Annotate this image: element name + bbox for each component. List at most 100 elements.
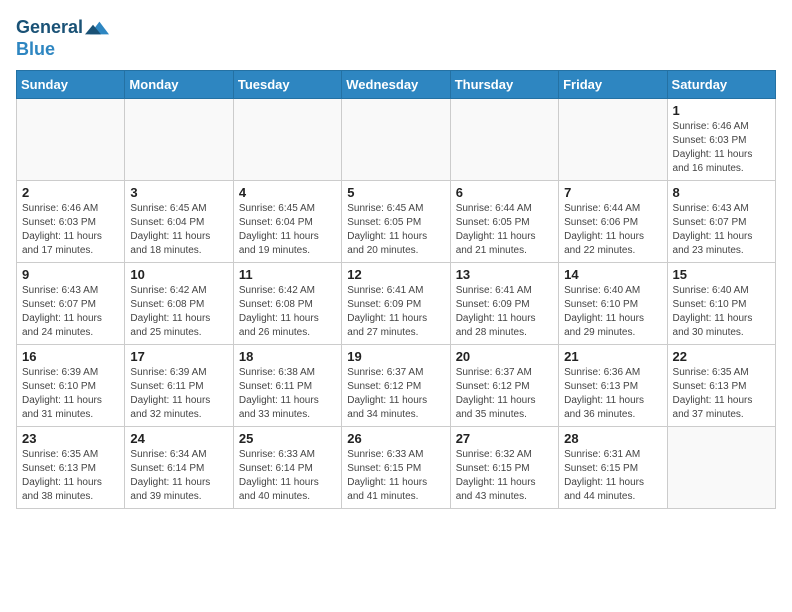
calendar-cell: 8 Sunrise: 6:43 AM Sunset: 6:07 PM Daylig… (667, 180, 775, 262)
day-info: Sunrise: 6:45 AM Sunset: 6:04 PM Dayligh… (130, 202, 227, 258)
calendar-cell: 21 Sunrise: 6:36 AM Sunset: 6:13 PM Dayli… (559, 344, 667, 426)
calendar-cell: 23 Sunrise: 6:35 AM Sunset: 6:13 PM Dayli… (17, 426, 125, 508)
calendar-cell: 3 Sunrise: 6:45 AM Sunset: 6:04 PM Daylig… (125, 180, 233, 262)
day-info: Sunrise: 6:33 AM Sunset: 6:15 PM Dayligh… (347, 448, 444, 504)
day-number: 2 (22, 185, 119, 200)
logo-icon (85, 16, 109, 40)
day-number: 21 (564, 349, 661, 364)
day-number: 27 (456, 431, 553, 446)
day-number: 5 (347, 185, 444, 200)
day-info: Sunrise: 6:37 AM Sunset: 6:12 PM Dayligh… (456, 366, 553, 422)
day-info: Sunrise: 6:46 AM Sunset: 6:03 PM Dayligh… (22, 202, 119, 258)
day-info: Sunrise: 6:35 AM Sunset: 6:13 PM Dayligh… (22, 448, 119, 504)
day-info: Sunrise: 6:35 AM Sunset: 6:13 PM Dayligh… (673, 366, 770, 422)
calendar-table: SundayMondayTuesdayWednesdayThursdayFrid… (16, 70, 776, 509)
weekday-header: Wednesday (342, 70, 450, 98)
day-number: 24 (130, 431, 227, 446)
calendar-cell: 4Sunrise: 6:45 AM Sunset: 6:04 PM Daylig… (233, 180, 341, 262)
day-number: 28 (564, 431, 661, 446)
calendar-cell: 27 Sunrise: 6:32 AM Sunset: 6:15 PM Dayli… (450, 426, 558, 508)
calendar-cell (342, 98, 450, 180)
weekday-header: Saturday (667, 70, 775, 98)
day-info: Sunrise: 6:45 AM Sunset: 6:05 PM Dayligh… (347, 202, 444, 258)
calendar-cell: 18 Sunrise: 6:38 AM Sunset: 6:11 PM Dayli… (233, 344, 341, 426)
day-number: 9 (22, 267, 119, 282)
day-number: 11 (239, 267, 336, 282)
calendar-cell: 19Sunrise: 6:37 AM Sunset: 6:12 PM Dayli… (342, 344, 450, 426)
calendar-cell: 14 Sunrise: 6:40 AM Sunset: 6:10 PM Dayli… (559, 262, 667, 344)
day-info: Sunrise: 6:39 AM Sunset: 6:10 PM Dayligh… (22, 366, 119, 422)
day-info: Sunrise: 6:42 AM Sunset: 6:08 PM Dayligh… (239, 284, 336, 340)
day-info: Sunrise: 6:31 AM Sunset: 6:15 PM Dayligh… (564, 448, 661, 504)
calendar-cell (125, 98, 233, 180)
calendar-cell: 7Sunrise: 6:44 AM Sunset: 6:06 PM Daylig… (559, 180, 667, 262)
calendar-cell: 2 Sunrise: 6:46 AM Sunset: 6:03 PM Daylig… (17, 180, 125, 262)
day-info: Sunrise: 6:40 AM Sunset: 6:10 PM Dayligh… (673, 284, 770, 340)
logo: General Blue (16, 16, 109, 60)
day-number: 8 (673, 185, 770, 200)
day-info: Sunrise: 6:36 AM Sunset: 6:13 PM Dayligh… (564, 366, 661, 422)
day-info: Sunrise: 6:41 AM Sunset: 6:09 PM Dayligh… (347, 284, 444, 340)
calendar-cell: 25 Sunrise: 6:33 AM Sunset: 6:14 PM Dayli… (233, 426, 341, 508)
calendar-cell (450, 98, 558, 180)
day-number: 23 (22, 431, 119, 446)
calendar-cell: 1 Sunrise: 6:46 AM Sunset: 6:03 PM Daylig… (667, 98, 775, 180)
day-number: 3 (130, 185, 227, 200)
calendar-cell (559, 98, 667, 180)
day-number: 16 (22, 349, 119, 364)
day-info: Sunrise: 6:38 AM Sunset: 6:11 PM Dayligh… (239, 366, 336, 422)
day-info: Sunrise: 6:42 AM Sunset: 6:08 PM Dayligh… (130, 284, 227, 340)
weekday-header: Sunday (17, 70, 125, 98)
weekday-header: Friday (559, 70, 667, 98)
calendar-cell: 12 Sunrise: 6:41 AM Sunset: 6:09 PM Dayli… (342, 262, 450, 344)
calendar-cell: 22 Sunrise: 6:35 AM Sunset: 6:13 PM Dayli… (667, 344, 775, 426)
day-number: 20 (456, 349, 553, 364)
day-number: 10 (130, 267, 227, 282)
day-info: Sunrise: 6:34 AM Sunset: 6:14 PM Dayligh… (130, 448, 227, 504)
calendar-cell: 26 Sunrise: 6:33 AM Sunset: 6:15 PM Dayli… (342, 426, 450, 508)
day-info: Sunrise: 6:40 AM Sunset: 6:10 PM Dayligh… (564, 284, 661, 340)
calendar-cell: 5 Sunrise: 6:45 AM Sunset: 6:05 PM Daylig… (342, 180, 450, 262)
day-number: 6 (456, 185, 553, 200)
day-number: 19 (347, 349, 444, 364)
day-info: Sunrise: 6:43 AM Sunset: 6:07 PM Dayligh… (673, 202, 770, 258)
weekday-header: Thursday (450, 70, 558, 98)
day-number: 15 (673, 267, 770, 282)
calendar-cell: 15 Sunrise: 6:40 AM Sunset: 6:10 PM Dayli… (667, 262, 775, 344)
day-info: Sunrise: 6:41 AM Sunset: 6:09 PM Dayligh… (456, 284, 553, 340)
day-info: Sunrise: 6:44 AM Sunset: 6:06 PM Dayligh… (564, 202, 661, 258)
day-info: Sunrise: 6:46 AM Sunset: 6:03 PM Dayligh… (673, 120, 770, 176)
day-number: 14 (564, 267, 661, 282)
calendar-cell (17, 98, 125, 180)
day-number: 12 (347, 267, 444, 282)
day-info: Sunrise: 6:45 AM Sunset: 6:04 PM Dayligh… (239, 202, 336, 258)
calendar-cell: 16 Sunrise: 6:39 AM Sunset: 6:10 PM Dayli… (17, 344, 125, 426)
logo-general: General (16, 18, 83, 38)
day-number: 1 (673, 103, 770, 118)
calendar-cell (667, 426, 775, 508)
day-number: 22 (673, 349, 770, 364)
day-info: Sunrise: 6:39 AM Sunset: 6:11 PM Dayligh… (130, 366, 227, 422)
calendar-cell: 17 Sunrise: 6:39 AM Sunset: 6:11 PM Dayli… (125, 344, 233, 426)
calendar-cell: 9 Sunrise: 6:43 AM Sunset: 6:07 PM Daylig… (17, 262, 125, 344)
calendar-cell: 10 Sunrise: 6:42 AM Sunset: 6:08 PM Dayli… (125, 262, 233, 344)
logo-blue: Blue (16, 40, 109, 60)
day-number: 17 (130, 349, 227, 364)
calendar-cell: 28 Sunrise: 6:31 AM Sunset: 6:15 PM Dayli… (559, 426, 667, 508)
calendar-cell: 13 Sunrise: 6:41 AM Sunset: 6:09 PM Dayli… (450, 262, 558, 344)
weekday-header: Tuesday (233, 70, 341, 98)
day-number: 13 (456, 267, 553, 282)
calendar-cell: 24 Sunrise: 6:34 AM Sunset: 6:14 PM Dayli… (125, 426, 233, 508)
calendar-cell: 6 Sunrise: 6:44 AM Sunset: 6:05 PM Daylig… (450, 180, 558, 262)
calendar-cell: 11 Sunrise: 6:42 AM Sunset: 6:08 PM Dayli… (233, 262, 341, 344)
day-info: Sunrise: 6:33 AM Sunset: 6:14 PM Dayligh… (239, 448, 336, 504)
day-info: Sunrise: 6:43 AM Sunset: 6:07 PM Dayligh… (22, 284, 119, 340)
calendar-cell: 20 Sunrise: 6:37 AM Sunset: 6:12 PM Dayli… (450, 344, 558, 426)
day-number: 18 (239, 349, 336, 364)
day-info: Sunrise: 6:32 AM Sunset: 6:15 PM Dayligh… (456, 448, 553, 504)
calendar-cell (233, 98, 341, 180)
weekday-header: Monday (125, 70, 233, 98)
day-number: 25 (239, 431, 336, 446)
day-number: 26 (347, 431, 444, 446)
day-info: Sunrise: 6:44 AM Sunset: 6:05 PM Dayligh… (456, 202, 553, 258)
